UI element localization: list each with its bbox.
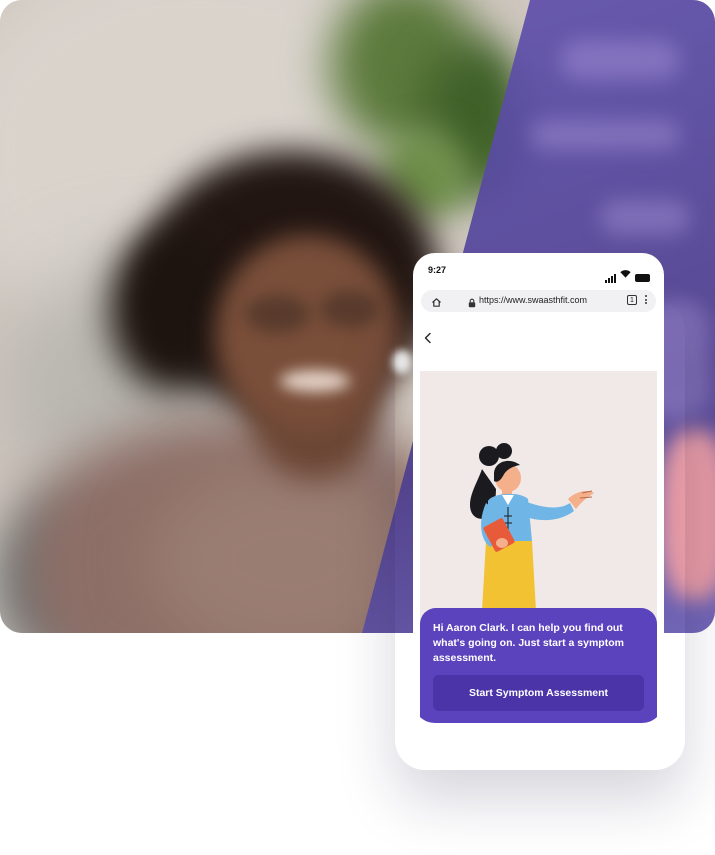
start-symptom-assessment-button[interactable]: Start Symptom Assessment — [433, 675, 644, 711]
status-bar: 9:27 — [413, 253, 664, 289]
assistant-message: Hi Aaron Clark. I can help you find out … — [433, 622, 624, 664]
chevron-left-icon[interactable] — [423, 331, 433, 349]
home-icon[interactable] — [431, 295, 442, 313]
assistant-chat-card: Hi Aaron Clark. I can help you find out … — [420, 608, 657, 723]
marketing-hero: 9:27 https://www.swaasthfit.com 1 Hi Aar… — [0, 0, 715, 855]
tabs-icon[interactable]: 1 — [627, 295, 637, 305]
wifi-icon — [620, 265, 631, 283]
lock-icon — [468, 295, 476, 313]
url-text[interactable]: https://www.swaasthfit.com — [479, 295, 587, 305]
assistant-illustration — [420, 371, 657, 626]
address-bar[interactable]: https://www.swaasthfit.com 1 — [421, 290, 656, 312]
phone-mockup: 9:27 https://www.swaasthfit.com 1 Hi Aar… — [413, 253, 664, 723]
woman-illustration — [470, 443, 594, 611]
more-icon[interactable] — [645, 295, 648, 307]
signal-icon — [605, 274, 616, 283]
status-time: 9:27 — [428, 265, 447, 275]
battery-icon — [635, 274, 650, 282]
